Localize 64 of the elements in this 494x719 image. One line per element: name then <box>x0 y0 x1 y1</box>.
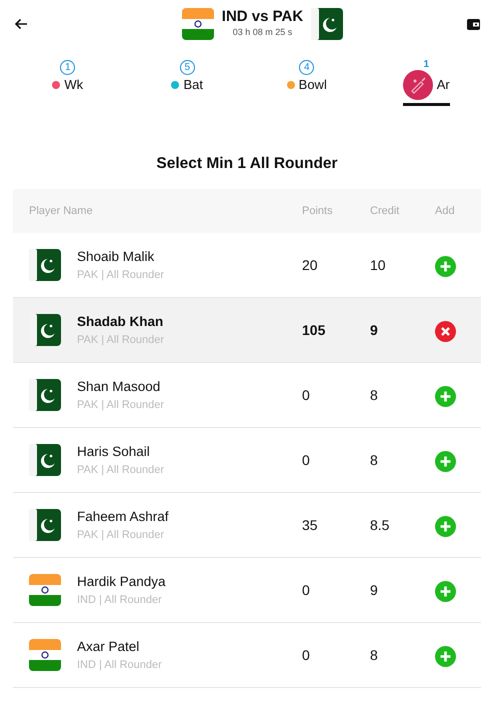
points-value: 20 <box>302 256 318 273</box>
player-role: PAK | All Rounder <box>77 528 166 544</box>
player-name: Haris Sohail <box>77 442 151 461</box>
flag-icon <box>311 8 344 40</box>
points-value: 35 <box>302 516 318 533</box>
role-tab[interactable]: 1 Ar <box>366 60 486 116</box>
player-count: 5 <box>180 60 195 75</box>
wallet-icon[interactable] <box>466 18 480 30</box>
points-value: 0 <box>302 582 310 598</box>
tab-label: Ar <box>436 76 450 94</box>
player-name: Axar Patel <box>77 638 140 656</box>
flag-icon <box>29 249 61 282</box>
remove-button[interactable] <box>435 320 456 341</box>
tab-label: Wk <box>64 76 84 94</box>
add-button[interactable] <box>435 254 456 276</box>
role-tab[interactable]: 4 Bowl <box>247 60 366 116</box>
flag-icon <box>29 574 61 606</box>
add-button[interactable] <box>435 580 456 601</box>
player-name: Hardik Pandya <box>77 572 166 591</box>
credit-value: 9 <box>370 322 378 338</box>
role-tab[interactable]: 1 Wk <box>8 60 128 116</box>
player-role: PAK | All Rounder <box>77 398 164 414</box>
match-title: IND vs PAK <box>222 9 304 26</box>
credit-value: 8.5 <box>370 516 390 533</box>
flag-icon <box>29 314 61 346</box>
section-title: Select Min 1 All Rounder <box>155 154 339 174</box>
player-name: Shan Masood <box>77 378 162 396</box>
column-header: Points <box>302 205 333 217</box>
flag-icon <box>29 639 61 672</box>
player-name: Shadab Khan <box>77 312 164 331</box>
player-count: 4 <box>299 60 314 75</box>
points-value: 0 <box>302 452 310 468</box>
points-value: 0 <box>302 646 310 663</box>
add-button[interactable] <box>435 450 456 471</box>
tab-label: Bat <box>183 76 203 94</box>
player-name: Shoaib Malik <box>77 248 156 266</box>
column-header: Player Name <box>29 205 93 217</box>
player-name: Faheem Ashraf <box>77 508 169 526</box>
flag-icon <box>29 379 61 412</box>
credit-value: 9 <box>370 582 378 598</box>
countdown: 03 h 08 m 25 s <box>232 26 294 38</box>
tab-label: Bowl <box>298 76 327 94</box>
credit-value: 8 <box>370 452 378 468</box>
flag-icon <box>182 8 214 40</box>
player-role: IND | All Rounder <box>77 658 162 674</box>
add-button[interactable] <box>435 514 456 536</box>
player-role: PAK | All Rounder <box>77 463 164 478</box>
role-tab[interactable]: 5 Bat <box>128 60 247 116</box>
points-value: 0 <box>302 386 310 403</box>
add-button[interactable] <box>435 384 456 406</box>
player-role: IND | All Rounder <box>77 593 163 608</box>
credit-value: 10 <box>370 256 386 273</box>
player-role: PAK | All Rounder <box>77 268 164 284</box>
flag-icon <box>29 509 61 542</box>
column-header: Add <box>435 205 455 217</box>
flag-icon <box>29 444 61 476</box>
points-value: 105 <box>302 322 326 338</box>
player-count: 1 <box>423 60 430 70</box>
column-header: Credit <box>370 205 400 217</box>
credit-value: 8 <box>370 646 378 663</box>
back-icon[interactable] <box>14 18 28 30</box>
credit-value: 8 <box>370 386 378 403</box>
player-count: 1 <box>60 60 76 75</box>
add-button[interactable] <box>435 644 456 666</box>
